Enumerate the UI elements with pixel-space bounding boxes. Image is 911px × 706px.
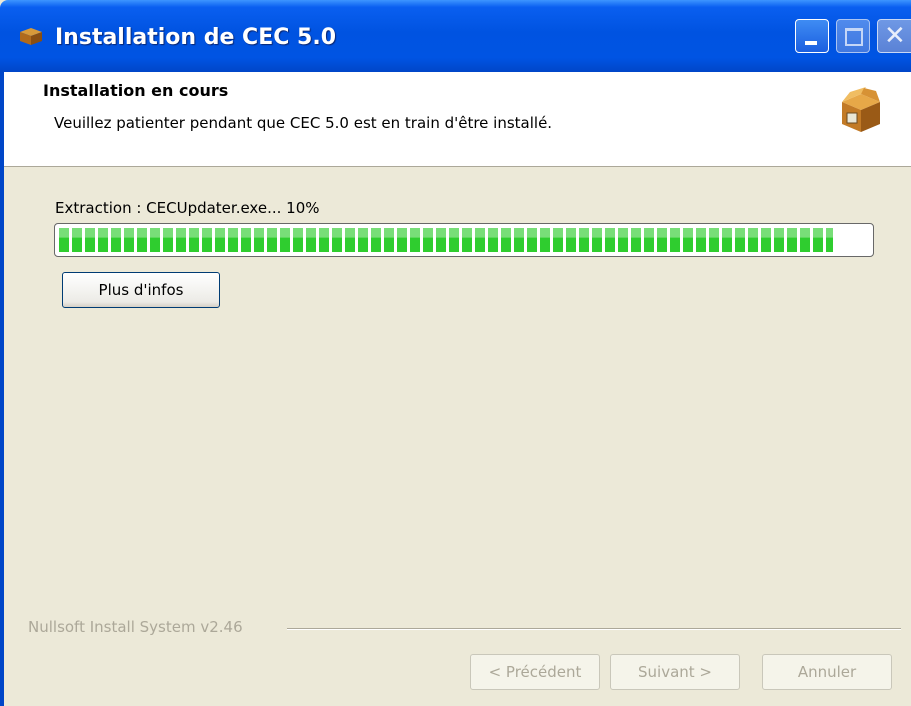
- box-icon: [20, 28, 42, 45]
- branding-divider: [287, 628, 901, 630]
- installer-window: Installation de CEC 5.0 ✕ Installation e…: [0, 0, 911, 706]
- branding-text: Nullsoft Install System v2.46: [28, 618, 243, 636]
- minimize-button[interactable]: [795, 19, 829, 53]
- window-frame: [0, 72, 4, 706]
- title-bar[interactable]: Installation de CEC 5.0 ✕: [0, 0, 911, 72]
- progress-bar: [54, 223, 874, 257]
- progress-fill: [59, 228, 833, 252]
- header-panel: Installation en cours Veuillez patienter…: [4, 72, 911, 167]
- show-details-button[interactable]: Plus d'infos: [62, 272, 220, 308]
- window-title: Installation de CEC 5.0: [55, 25, 337, 50]
- back-button[interactable]: < Précédent: [470, 654, 600, 690]
- box-icon: [842, 87, 880, 132]
- progress-status: Extraction : CECUpdater.exe... 10%: [55, 199, 320, 217]
- close-button[interactable]: ✕: [877, 19, 911, 53]
- close-icon: ✕: [884, 21, 906, 51]
- maximize-button[interactable]: [836, 19, 870, 53]
- page-subtitle: Veuillez patienter pendant que CEC 5.0 e…: [54, 114, 553, 132]
- cancel-button[interactable]: Annuler: [762, 654, 892, 690]
- next-button[interactable]: Suivant >: [610, 654, 740, 690]
- page-title: Installation en cours: [43, 81, 229, 100]
